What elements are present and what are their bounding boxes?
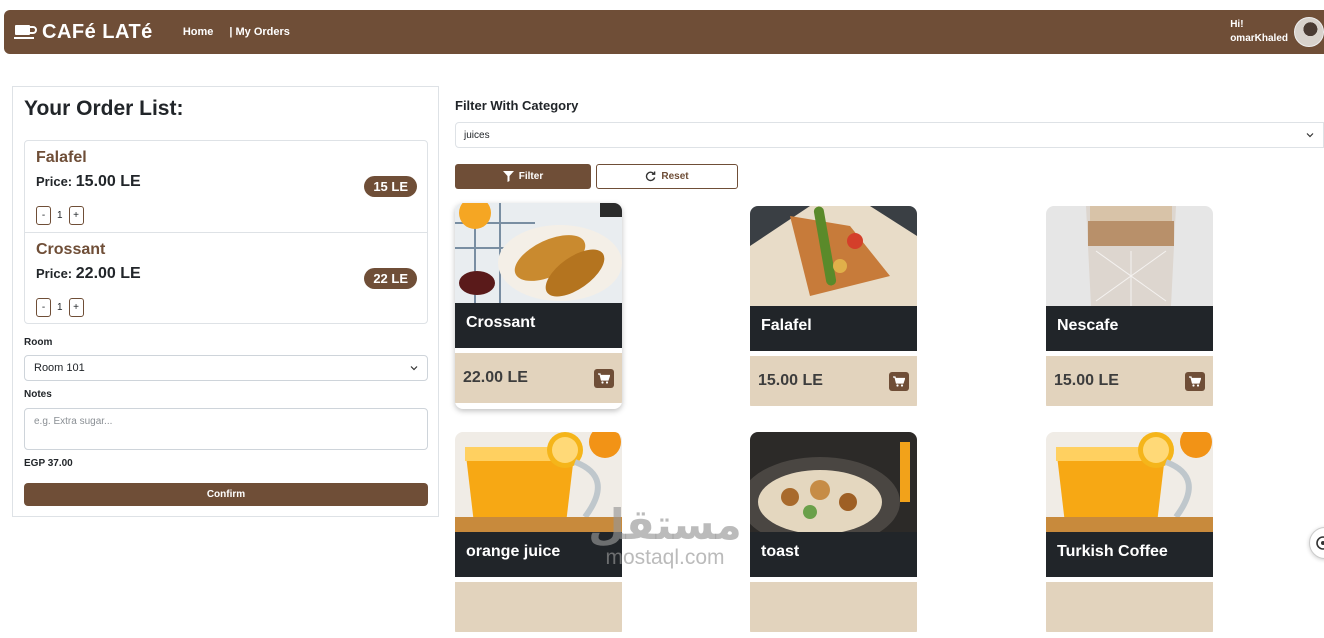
- price-value: 22.00 LE: [75, 265, 141, 282]
- order-item: Falafel Price: 15.00 LE 15 LE - 1 +: [25, 141, 427, 233]
- quantity-value: 1: [57, 302, 63, 313]
- product-image: [1046, 206, 1213, 306]
- reset-button[interactable]: Reset: [596, 164, 738, 189]
- filter-button-label: Filter: [518, 171, 544, 182]
- product-footer: 15.00 LE: [750, 356, 917, 406]
- cart-icon: [893, 376, 905, 387]
- product-card-toast[interactable]: toast: [750, 432, 917, 638]
- add-to-cart-button[interactable]: [889, 372, 909, 391]
- product-footer: 15.00 LE: [1046, 356, 1213, 406]
- increase-button[interactable]: +: [68, 206, 84, 225]
- coffee-cup-icon: [14, 25, 37, 39]
- filter-button[interactable]: Filter: [455, 164, 591, 189]
- product-name: toast: [750, 532, 917, 577]
- price-badge: 22 LE: [364, 268, 417, 289]
- product-footer: 22.00 LE: [455, 353, 622, 403]
- quantity-stepper: - 1 +: [36, 298, 84, 317]
- category-value: juices: [464, 130, 490, 141]
- product-footer: [455, 582, 622, 632]
- greeting-text: Hi!: [1230, 19, 1244, 30]
- watermark-arabic: مستقل: [588, 500, 742, 549]
- order-item-price: Price: 15.00 LE: [36, 173, 141, 191]
- product-image: [750, 432, 917, 532]
- funnel-icon: [502, 171, 514, 182]
- add-to-cart-button[interactable]: [1185, 372, 1205, 391]
- product-price: 22.00 LE: [463, 369, 528, 386]
- add-to-cart-button[interactable]: [594, 369, 614, 388]
- navbar: CAFé LATé Home | My Orders Hi! omarKhale…: [4, 10, 1324, 54]
- brand-name: CAFé LATé: [42, 20, 153, 43]
- cart-icon: [598, 373, 610, 384]
- notes-placeholder: e.g. Extra sugar...: [34, 416, 113, 427]
- username-text: omarKhaled: [1230, 33, 1288, 44]
- order-item-price: Price: 22.00 LE: [36, 265, 141, 283]
- order-total: EGP 37.00: [24, 458, 73, 469]
- order-item: Crossant Price: 22.00 LE 22 LE - 1 +: [25, 233, 427, 325]
- cart-icon: [1189, 376, 1201, 387]
- product-price: 15.00 LE: [1054, 372, 1119, 389]
- confirm-button[interactable]: Confirm: [24, 483, 428, 506]
- notes-label: Notes: [24, 389, 52, 400]
- quantity-stepper: - 1 +: [36, 206, 84, 225]
- product-footer: [1046, 582, 1213, 632]
- help-icon: [1316, 536, 1324, 550]
- product-name: Falafel: [750, 306, 917, 351]
- user-greeting: Hi! omarKhaled: [1230, 18, 1288, 46]
- filter-label: Filter With Category: [455, 98, 579, 113]
- product-card-crossant[interactable]: Crossant 22.00 LE: [455, 203, 622, 409]
- avatar[interactable]: [1294, 17, 1324, 47]
- order-list: Falafel Price: 15.00 LE 15 LE - 1 + Cros…: [24, 140, 428, 324]
- chevron-down-icon: [410, 366, 418, 371]
- brand[interactable]: CAFé LATé: [14, 21, 153, 44]
- price-badge: 15 LE: [364, 176, 417, 197]
- decrease-button[interactable]: -: [36, 298, 51, 317]
- reset-icon: [646, 171, 656, 182]
- user-menu[interactable]: Hi! omarKhaled: [1230, 10, 1324, 54]
- nav-my-orders-link[interactable]: | My Orders: [229, 26, 290, 38]
- nav-home-link[interactable]: Home: [183, 26, 214, 38]
- product-image: [750, 206, 917, 306]
- product-name: Nescafe: [1046, 306, 1213, 351]
- increase-button[interactable]: +: [68, 298, 84, 317]
- watermark: مستقل mostaql.com: [585, 503, 745, 569]
- floating-help-button[interactable]: [1309, 527, 1324, 559]
- reset-button-label: Reset: [661, 171, 689, 182]
- product-card-turkish-coffee[interactable]: Turkish Coffee: [1046, 432, 1213, 638]
- product-name: Crossant: [455, 303, 622, 348]
- room-value: Room 101: [34, 362, 85, 374]
- notes-textarea[interactable]: e.g. Extra sugar...: [24, 408, 428, 450]
- product-card-falafel[interactable]: Falafel 15.00 LE: [750, 206, 917, 412]
- product-price: 15.00 LE: [758, 372, 823, 389]
- quantity-value: 1: [57, 210, 63, 221]
- product-image: [1046, 432, 1213, 532]
- product-footer: [750, 582, 917, 632]
- price-label: Price:: [36, 174, 73, 189]
- room-label: Room: [24, 337, 53, 348]
- order-item-name: Crossant: [36, 241, 106, 258]
- watermark-latin: mostaql.com: [605, 546, 725, 569]
- order-item-name: Falafel: [36, 149, 87, 166]
- category-select[interactable]: juices: [455, 122, 1324, 148]
- product-image: [455, 203, 622, 303]
- price-label: Price:: [36, 266, 73, 281]
- order-panel: Your Order List: Falafel Price: 15.00 LE…: [12, 86, 439, 517]
- room-select[interactable]: Room 101: [24, 355, 428, 381]
- price-value: 15.00 LE: [75, 173, 141, 190]
- decrease-button[interactable]: -: [36, 206, 51, 225]
- order-list-title: Your Order List:: [24, 97, 184, 120]
- product-card-nescafe[interactable]: Nescafe 15.00 LE: [1046, 206, 1213, 412]
- product-name: Turkish Coffee: [1046, 532, 1213, 577]
- chevron-down-icon: [1306, 133, 1314, 138]
